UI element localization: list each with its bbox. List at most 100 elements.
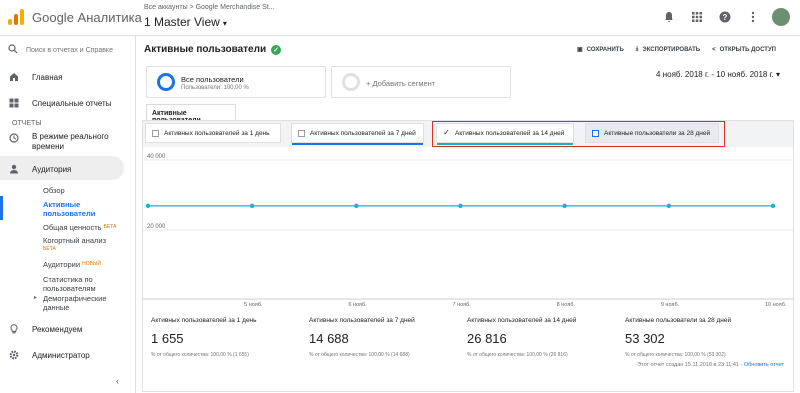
home-icon xyxy=(8,71,20,83)
report-actions: ▣ СОХРАНИТЬ ⤓ ЭКСПОРТИРОВАТЬ < ОТКРЫТЬ ДОСТ… xyxy=(577,46,776,53)
search-placeholder: Поиск в отчетах и Справке xyxy=(26,46,113,54)
summary-1-day: Активных пользователей за 1 день 1 655 %… xyxy=(143,311,298,371)
active-indicator xyxy=(0,196,3,220)
share-button-label: ОТКРЫТЬ ДОСТУП xyxy=(719,46,776,53)
collapse-sidebar-icon[interactable]: ‹ xyxy=(116,376,119,386)
data-point[interactable] xyxy=(354,203,359,209)
sidebar-item-label: Рекомендуем xyxy=(32,324,83,334)
sidebar-subitem-label: Аудитории xyxy=(43,260,81,269)
summary-value: 1 655 xyxy=(151,331,184,346)
search-input[interactable]: Поиск в отчетах и Справке xyxy=(8,43,128,57)
sidebar-item-admin[interactable]: Администратор xyxy=(8,349,128,361)
beta-badge: БЕТА xyxy=(43,246,56,252)
y-tick-label: 20 000 xyxy=(147,224,166,230)
view-name: 1 Master View xyxy=(144,15,220,29)
data-point[interactable] xyxy=(770,203,776,209)
summary-note: % от общего количества: 100,00 % (1 655) xyxy=(151,352,249,358)
x-tick-label: 6 нояб. xyxy=(348,302,367,308)
annotation-highlight-box xyxy=(432,121,725,147)
sidebar-subitem-user-explorer[interactable]: Статистика по пользователям xyxy=(43,275,127,293)
sidebar-subitem-cohort[interactable]: Когортный анализ БЕТА xyxy=(43,236,127,254)
sidebar-item-audience[interactable]: Аудитория xyxy=(8,163,128,175)
analytics-logo-icon[interactable] xyxy=(8,9,24,25)
more-icon[interactable] xyxy=(744,8,762,26)
segment-all-users[interactable]: Все пользователи Пользователи: 100,00 % xyxy=(146,66,326,98)
metric-tab-1-day[interactable]: Активных пользователей за 1 день xyxy=(145,123,281,143)
save-button-label: СОХРАНИТЬ xyxy=(586,46,624,53)
metric-tab-7-days[interactable]: Активных пользователей за 7 дней xyxy=(291,123,424,145)
summary-value: 53 302 xyxy=(625,331,665,346)
reports-section-label: ОТЧЕТЫ xyxy=(12,120,42,127)
sidebar-item-custom-reports[interactable]: Специальные отчеты xyxy=(8,97,128,109)
date-range-picker[interactable]: 4 нояб. 2018 г. - 10 нояб. 2018 г. ▾ xyxy=(656,70,780,79)
sidebar-subitem-label: Общая ценность xyxy=(43,223,102,232)
save-button[interactable]: ▣ СОХРАНИТЬ xyxy=(577,46,624,54)
sidebar-item-label: Специальные отчеты xyxy=(32,98,112,108)
gear-icon xyxy=(8,349,20,361)
help-icon[interactable]: ? xyxy=(716,8,734,26)
top-bar: Google Аналитика Все аккаунты > Google M… xyxy=(0,0,800,36)
summary-7-days: Активных пользователей за 7 дней 14 688 … xyxy=(301,311,456,371)
export-button-label: ЭКСПОРТИРОВАТЬ xyxy=(642,46,701,53)
sidebar-subitem-active-users[interactable]: Активные пользователи xyxy=(43,200,127,218)
sidebar-subitem-audiences[interactable]: Аудитории НОВЫЙ xyxy=(43,260,127,269)
report-panel: Активных пользователей за 1 день Активны… xyxy=(142,120,794,392)
chevron-down-icon: ▾ xyxy=(222,19,227,28)
data-point[interactable] xyxy=(458,203,463,209)
refresh-report-link[interactable]: Обновить отчет xyxy=(744,362,784,368)
summary-note: % от общего количества: 100,00 % (14 688… xyxy=(309,352,410,358)
sidebar-subitem-lifetime-value[interactable]: Общая ценность БЕТА xyxy=(43,223,127,232)
person-icon xyxy=(8,163,20,175)
add-segment-button[interactable]: + Добавить сегмент xyxy=(331,66,511,98)
sidebar-item-label: В режиме реального времени xyxy=(32,132,109,151)
sidebar-subitem-label: Когортный анализ xyxy=(43,236,107,245)
beta-badge: БЕТА xyxy=(103,224,117,230)
summary-label: Активных пользователей за 14 дней xyxy=(467,317,577,324)
sidebar-item-recommended[interactable]: Рекомендуем xyxy=(8,323,128,335)
summary-note: % от общего количества: 100,00 % (26 816… xyxy=(467,352,568,358)
summary-14-days: Активных пользователей за 14 дней 26 816… xyxy=(459,311,614,371)
breadcrumb[interactable]: Все аккаунты > Google Merchandise St... xyxy=(144,4,275,11)
sidebar-subitem-overview[interactable]: Обзор xyxy=(43,186,127,195)
dashboard-icon xyxy=(8,97,20,109)
new-badge: НОВЫЙ xyxy=(82,261,102,267)
avatar[interactable] xyxy=(772,8,790,26)
segment-subtitle: Пользователи: 100,00 % xyxy=(181,85,249,91)
data-point[interactable] xyxy=(562,203,567,209)
summary-value: 14 688 xyxy=(309,331,349,346)
data-point[interactable] xyxy=(249,203,255,209)
page-title-text: Активные пользователи xyxy=(144,44,267,55)
bell-icon[interactable] xyxy=(660,8,678,26)
series-color-underline xyxy=(292,143,423,145)
empty-segment-ring-icon xyxy=(342,73,360,91)
segment-ring-icon xyxy=(157,73,175,91)
x-tick-label: 7 нояб. xyxy=(453,302,472,308)
view-selector[interactable]: 1 Master View ▾ xyxy=(144,15,227,29)
x-tick-label: 5 нояб. xyxy=(244,302,263,308)
sidebar: Поиск в отчетах и Справке Главная Специа… xyxy=(0,36,136,393)
footer-text: Этот отчет создан 15.11.2018 в 23:11:41 … xyxy=(637,362,744,368)
metric-tab-label: Активных пользователей за 1 день xyxy=(164,129,270,137)
sidebar-item-label: Администратор xyxy=(32,350,90,360)
share-button[interactable]: < ОТКРЫТЬ ДОСТУП xyxy=(712,46,776,53)
y-tick-label: 40 000 xyxy=(147,154,166,160)
sidebar-item-realtime[interactable]: В режиме реального времени xyxy=(8,132,128,152)
x-tick-label: 10 нояб. xyxy=(765,302,787,308)
metric-tab-label: Активных пользователей за 7 дней xyxy=(310,129,416,137)
summary-label: Активные пользователи за 28 дней xyxy=(625,317,732,324)
lightbulb-icon xyxy=(8,323,20,335)
summary-note: % от общего количества: 100,00 % (53 302… xyxy=(625,352,726,358)
line-chart: 40 000 20 000 5 нояб. 6 нояб. 7 нояб. 8 ноя… xyxy=(143,154,793,308)
data-point[interactable] xyxy=(666,203,672,209)
download-icon: ⤓ xyxy=(635,46,639,52)
data-point[interactable] xyxy=(145,203,151,209)
search-icon xyxy=(8,44,18,56)
clock-icon xyxy=(8,132,20,144)
export-button[interactable]: ⤓ ЭКСПОРТИРОВАТЬ xyxy=(636,46,700,53)
sidebar-item-home[interactable]: Главная xyxy=(8,71,128,83)
checkbox xyxy=(298,129,305,137)
sidebar-subitem-demographics[interactable]: ▸ Демографические данные xyxy=(34,294,127,312)
verified-check-icon: ✓ xyxy=(271,44,282,55)
apps-icon[interactable] xyxy=(688,8,706,26)
app-name[interactable]: Google Аналитика xyxy=(32,10,142,25)
